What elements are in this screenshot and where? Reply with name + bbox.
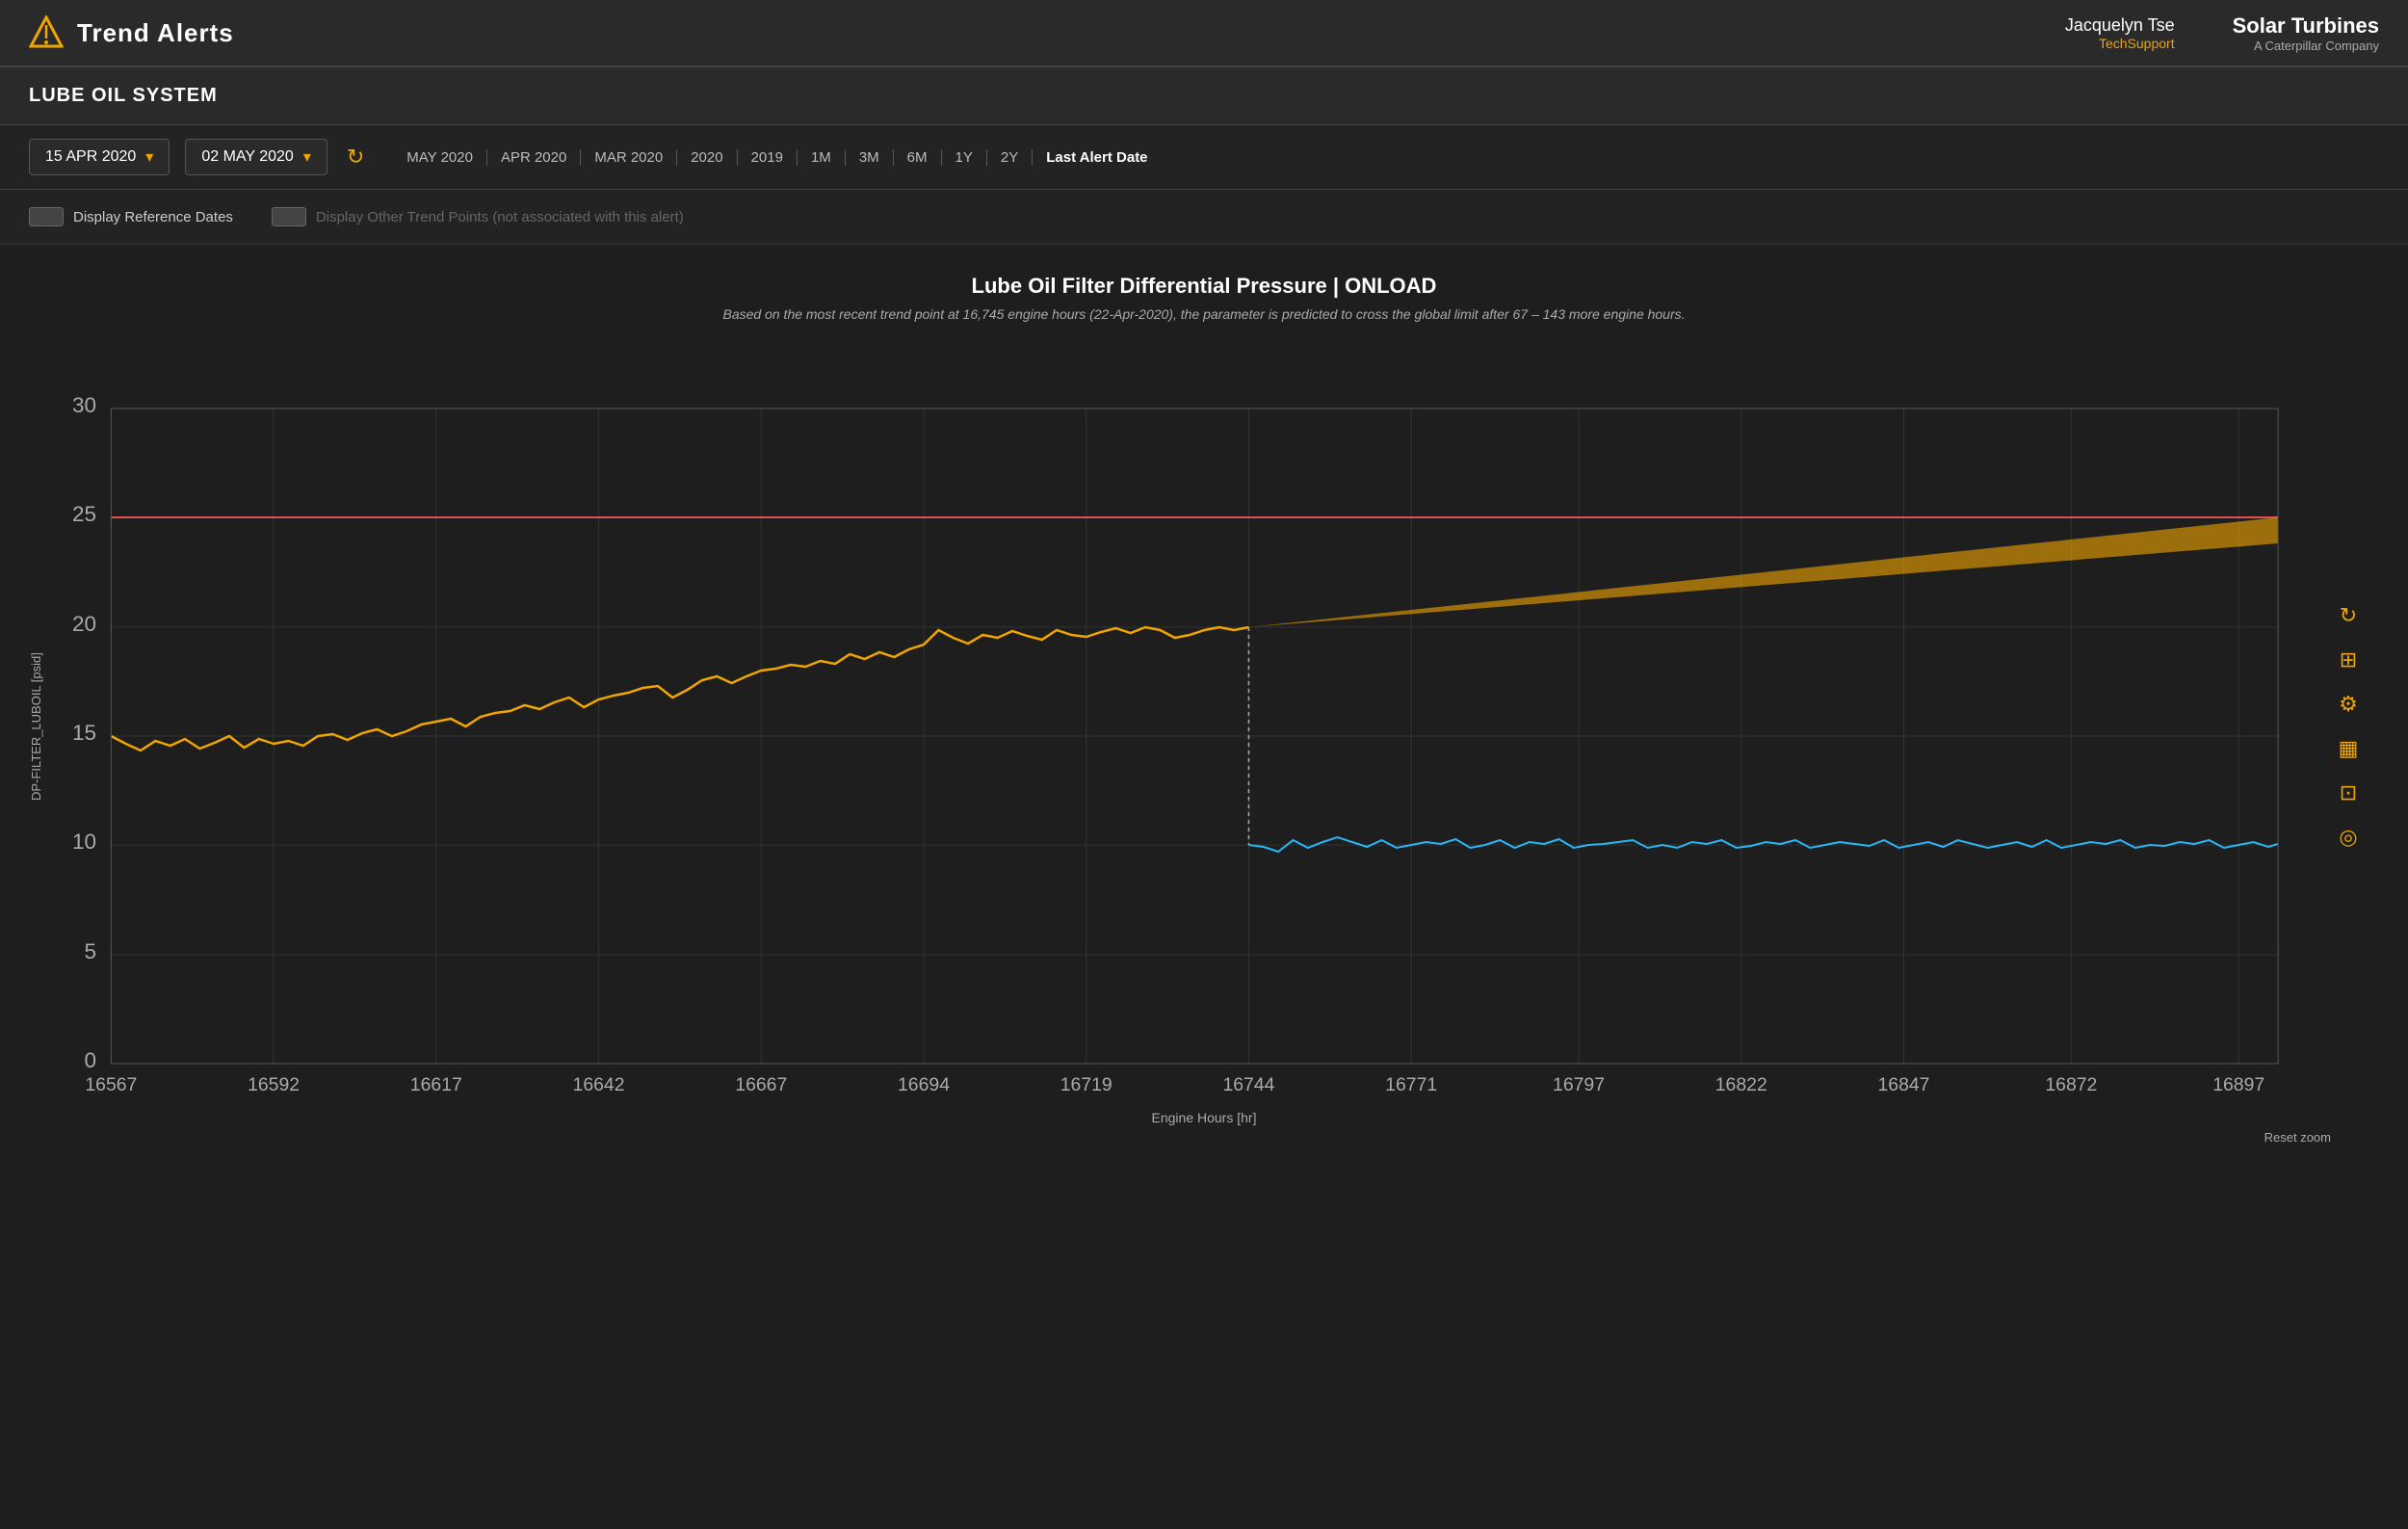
chart-image-icon[interactable]: ⊡ xyxy=(2331,776,2366,810)
nav-apr2020[interactable]: APR 2020 xyxy=(487,149,581,166)
display-other-trend-toggle[interactable]: Display Other Trend Points (not associat… xyxy=(272,207,684,226)
start-date-chevron-icon: ▾ xyxy=(145,147,153,167)
nav-6m[interactable]: 6M xyxy=(894,149,942,166)
display-other-trend-checkbox[interactable] xyxy=(272,207,306,226)
display-reference-dates-toggle[interactable]: Display Reference Dates xyxy=(29,207,233,226)
svg-text:16592: 16592 xyxy=(248,1075,300,1095)
svg-text:20: 20 xyxy=(72,612,96,636)
nav-2y[interactable]: 2Y xyxy=(987,149,1033,166)
chart-settings-icon[interactable]: ⚙ xyxy=(2331,687,2366,722)
chart-table-icon[interactable]: ⊞ xyxy=(2331,643,2366,677)
start-date-value: 15 APR 2020 xyxy=(45,148,136,166)
svg-text:16642: 16642 xyxy=(573,1075,625,1095)
app-header: Trend Alerts Jacquelyn Tse TechSupport S… xyxy=(0,0,2408,67)
svg-text:16822: 16822 xyxy=(1715,1075,1767,1095)
svg-text:25: 25 xyxy=(72,502,96,526)
controls-bar: 15 APR 2020 ▾ 02 MAY 2020 ▾ ↻ MAY 2020 A… xyxy=(0,125,2408,190)
display-other-trend-label: Display Other Trend Points (not associat… xyxy=(316,209,684,225)
svg-text:5: 5 xyxy=(85,939,97,963)
nav-2019[interactable]: 2019 xyxy=(738,149,798,166)
reset-zoom-button[interactable]: Reset zoom xyxy=(2264,1130,2331,1145)
end-date-value: 02 MAY 2020 xyxy=(201,148,293,166)
nav-3m[interactable]: 3M xyxy=(846,149,894,166)
chart-right-icons: ↻ ⊞ ⚙ ▦ ⊡ ◎ xyxy=(2317,351,2379,1102)
date-nav: MAY 2020 APR 2020 MAR 2020 2020 2019 1M … xyxy=(393,149,1161,166)
svg-text:10: 10 xyxy=(72,830,96,854)
nav-mar2020[interactable]: MAR 2020 xyxy=(581,149,677,166)
display-reference-dates-checkbox[interactable] xyxy=(29,207,64,226)
chart-subtitle: Based on the most recent trend point at … xyxy=(29,306,2379,322)
svg-text:16617: 16617 xyxy=(410,1075,462,1095)
user-role: TechSupport xyxy=(2065,36,2175,51)
x-axis-label: Engine Hours [hr] xyxy=(29,1110,2379,1125)
chart-inner[interactable]: 0 5 10 15 20 25 30 16567 16592 16617 166… xyxy=(52,351,2317,1102)
user-name: Jacquelyn Tse xyxy=(2065,15,2175,36)
nav-last-alert[interactable]: Last Alert Date xyxy=(1033,149,1161,166)
svg-text:16797: 16797 xyxy=(1553,1075,1605,1095)
svg-text:16667: 16667 xyxy=(735,1075,787,1095)
chart-refresh-icon[interactable]: ↻ xyxy=(2331,598,2366,633)
chart-wrapper: DP-FILTER_LUBOIL [psid] 0 5 10 15 xyxy=(29,351,2379,1102)
svg-text:0: 0 xyxy=(85,1048,97,1072)
page-title: LUBE OIL SYSTEM xyxy=(29,85,218,106)
nav-2020[interactable]: 2020 xyxy=(677,149,737,166)
svg-text:16567: 16567 xyxy=(85,1075,137,1095)
chart-bar-icon[interactable]: ▦ xyxy=(2331,731,2366,766)
svg-text:16771: 16771 xyxy=(1385,1075,1437,1095)
options-bar: Display Reference Dates Display Other Tr… xyxy=(0,190,2408,245)
brand-info: Solar Turbines A Caterpillar Company xyxy=(2233,13,2379,53)
user-info: Jacquelyn Tse TechSupport xyxy=(2065,15,2175,51)
brand-name: Solar Turbines xyxy=(2233,13,2379,39)
chart-title: Lube Oil Filter Differential Pressure | … xyxy=(29,274,2379,299)
header-right: Jacquelyn Tse TechSupport Solar Turbines… xyxy=(2065,13,2379,53)
svg-text:16872: 16872 xyxy=(2045,1075,2097,1095)
y-axis-label: DP-FILTER_LUBOIL [psid] xyxy=(29,351,52,1102)
start-date-select[interactable]: 15 APR 2020 ▾ xyxy=(29,139,170,175)
header-left: Trend Alerts xyxy=(29,15,234,50)
nav-may2020[interactable]: MAY 2020 xyxy=(393,149,487,166)
brand-sub: A Caterpillar Company xyxy=(2233,39,2379,53)
svg-text:16847: 16847 xyxy=(1878,1075,1930,1095)
refresh-button[interactable]: ↻ xyxy=(343,141,368,173)
app-title: Trend Alerts xyxy=(77,18,234,48)
svg-text:16694: 16694 xyxy=(898,1075,950,1095)
app-logo-icon xyxy=(29,15,64,50)
svg-text:15: 15 xyxy=(72,721,96,745)
svg-text:16897: 16897 xyxy=(2212,1075,2264,1095)
svg-text:16744: 16744 xyxy=(1222,1075,1274,1095)
end-date-select[interactable]: 02 MAY 2020 ▾ xyxy=(185,139,327,175)
page-title-bar: LUBE OIL SYSTEM xyxy=(0,67,2408,125)
display-reference-dates-label: Display Reference Dates xyxy=(73,209,233,225)
end-date-chevron-icon: ▾ xyxy=(303,147,311,167)
chart-svg: 0 5 10 15 20 25 30 16567 16592 16617 166… xyxy=(52,351,2317,1102)
svg-text:30: 30 xyxy=(72,393,96,417)
svg-text:16719: 16719 xyxy=(1060,1075,1112,1095)
chart-container: Lube Oil Filter Differential Pressure | … xyxy=(0,245,2408,1154)
nav-1m[interactable]: 1M xyxy=(798,149,846,166)
nav-1y[interactable]: 1Y xyxy=(942,149,987,166)
chart-target-icon[interactable]: ◎ xyxy=(2331,820,2366,855)
